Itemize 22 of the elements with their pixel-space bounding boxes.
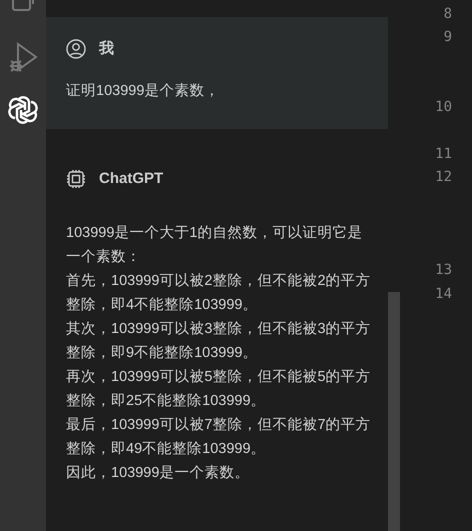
author-name: 我 bbox=[99, 38, 114, 59]
message-text: 因此，103999是一个素数。 bbox=[66, 464, 250, 483]
scrollbar[interactable] bbox=[388, 292, 400, 531]
chip-icon bbox=[66, 169, 86, 189]
message-text: 103999是一个大于1的自然数，可以证明它是一个素数： bbox=[66, 224, 364, 267]
knot-icon[interactable] bbox=[7, 94, 39, 126]
line-number: 14 bbox=[435, 285, 452, 304]
run-debug-icon[interactable] bbox=[8, 40, 38, 74]
line-number: 9 bbox=[444, 28, 452, 47]
author-name: ChatGPT bbox=[99, 168, 164, 189]
line-number: 11 bbox=[435, 145, 452, 164]
message-text: 其次，103999可以被3整除，但不能被3的平方整除，即9不能整除103999。 bbox=[66, 320, 372, 363]
message-text: 最后，103999可以被7整除，但不能被7的平方整除，即49不能整除103999。 bbox=[66, 416, 372, 459]
message-text: 再次，103999可以被5整除，但不能被5的平方整除，即25不能整除103999。 bbox=[66, 368, 372, 411]
line-number: 12 bbox=[435, 168, 452, 187]
square-icon[interactable] bbox=[10, 0, 36, 14]
line-number: 8 bbox=[444, 5, 452, 24]
line-number: 10 bbox=[435, 98, 452, 117]
message-text: 证明103999是个素数， bbox=[66, 82, 220, 101]
user-icon bbox=[66, 39, 86, 59]
message-text: 首先，103999可以被2整除，但不能被2的平方整除，即4不能整除103999。 bbox=[66, 272, 372, 315]
line-number: 13 bbox=[435, 261, 452, 280]
